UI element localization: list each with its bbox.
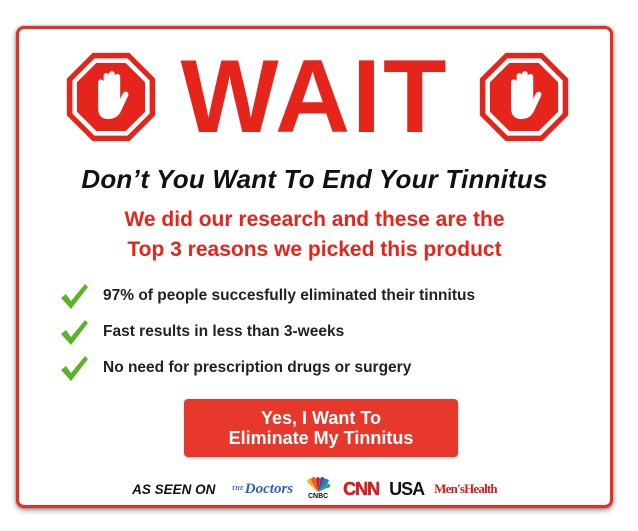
header: WAIT bbox=[19, 39, 610, 155]
the-doctors-logo: THE Doctors bbox=[231, 481, 293, 498]
cta-line-2: Eliminate My Tinnitus bbox=[228, 428, 414, 448]
as-seen-on-label: AS SEEN ON bbox=[132, 481, 216, 497]
stop-hand-icon bbox=[479, 52, 569, 142]
subheadline: We did our research and these are the To… bbox=[19, 205, 610, 265]
cnbc-wordmark: CNBC bbox=[308, 493, 329, 500]
mens-health-logo: Men'sHealth bbox=[434, 481, 497, 496]
benefit-item: Fast results in less than 3-weeks bbox=[59, 314, 579, 350]
benefit-text: No need for prescription drugs or surger… bbox=[103, 359, 412, 376]
eliminate-tinnitus-button[interactable]: Yes, I Want To Eliminate My Tinnitus bbox=[184, 399, 458, 457]
benefit-item: 97% of people succesfully eliminated the… bbox=[59, 278, 579, 314]
check-icon bbox=[61, 284, 88, 309]
benefit-item: No need for prescription drugs or surger… bbox=[59, 350, 579, 386]
cta-line-1: Yes, I Want To bbox=[260, 408, 381, 428]
as-seen-on-bar: AS SEEN ON THE Doctors CNBC CNN USA Men'… bbox=[19, 474, 610, 504]
the-doctors-wordmark: Doctors bbox=[244, 480, 294, 497]
cnn-logo: CNN bbox=[343, 478, 381, 499]
the-doctors-prefix: THE bbox=[231, 486, 244, 492]
benefit-text: 97% of people succesfully eliminated the… bbox=[103, 287, 476, 304]
offer-card: WAIT Don’t You Want To End Your Tinnitus… bbox=[16, 26, 613, 508]
benefit-text: Fast results in less than 3-weeks bbox=[103, 323, 345, 340]
headline: Don’t You Want To End Your Tinnitus bbox=[81, 164, 548, 194]
check-icon bbox=[61, 320, 88, 345]
subheadline-line-2: Top 3 reasons we picked this product bbox=[127, 238, 502, 261]
benefits-list: 97% of people succesfully eliminated the… bbox=[59, 278, 579, 386]
usa-logo: USA bbox=[389, 478, 425, 499]
cnbc-peacock-icon bbox=[307, 477, 331, 492]
cnbc-logo: CNBC bbox=[303, 477, 333, 501]
check-icon bbox=[61, 356, 88, 381]
subheadline-line-1: We did our research and these are the bbox=[124, 208, 505, 231]
